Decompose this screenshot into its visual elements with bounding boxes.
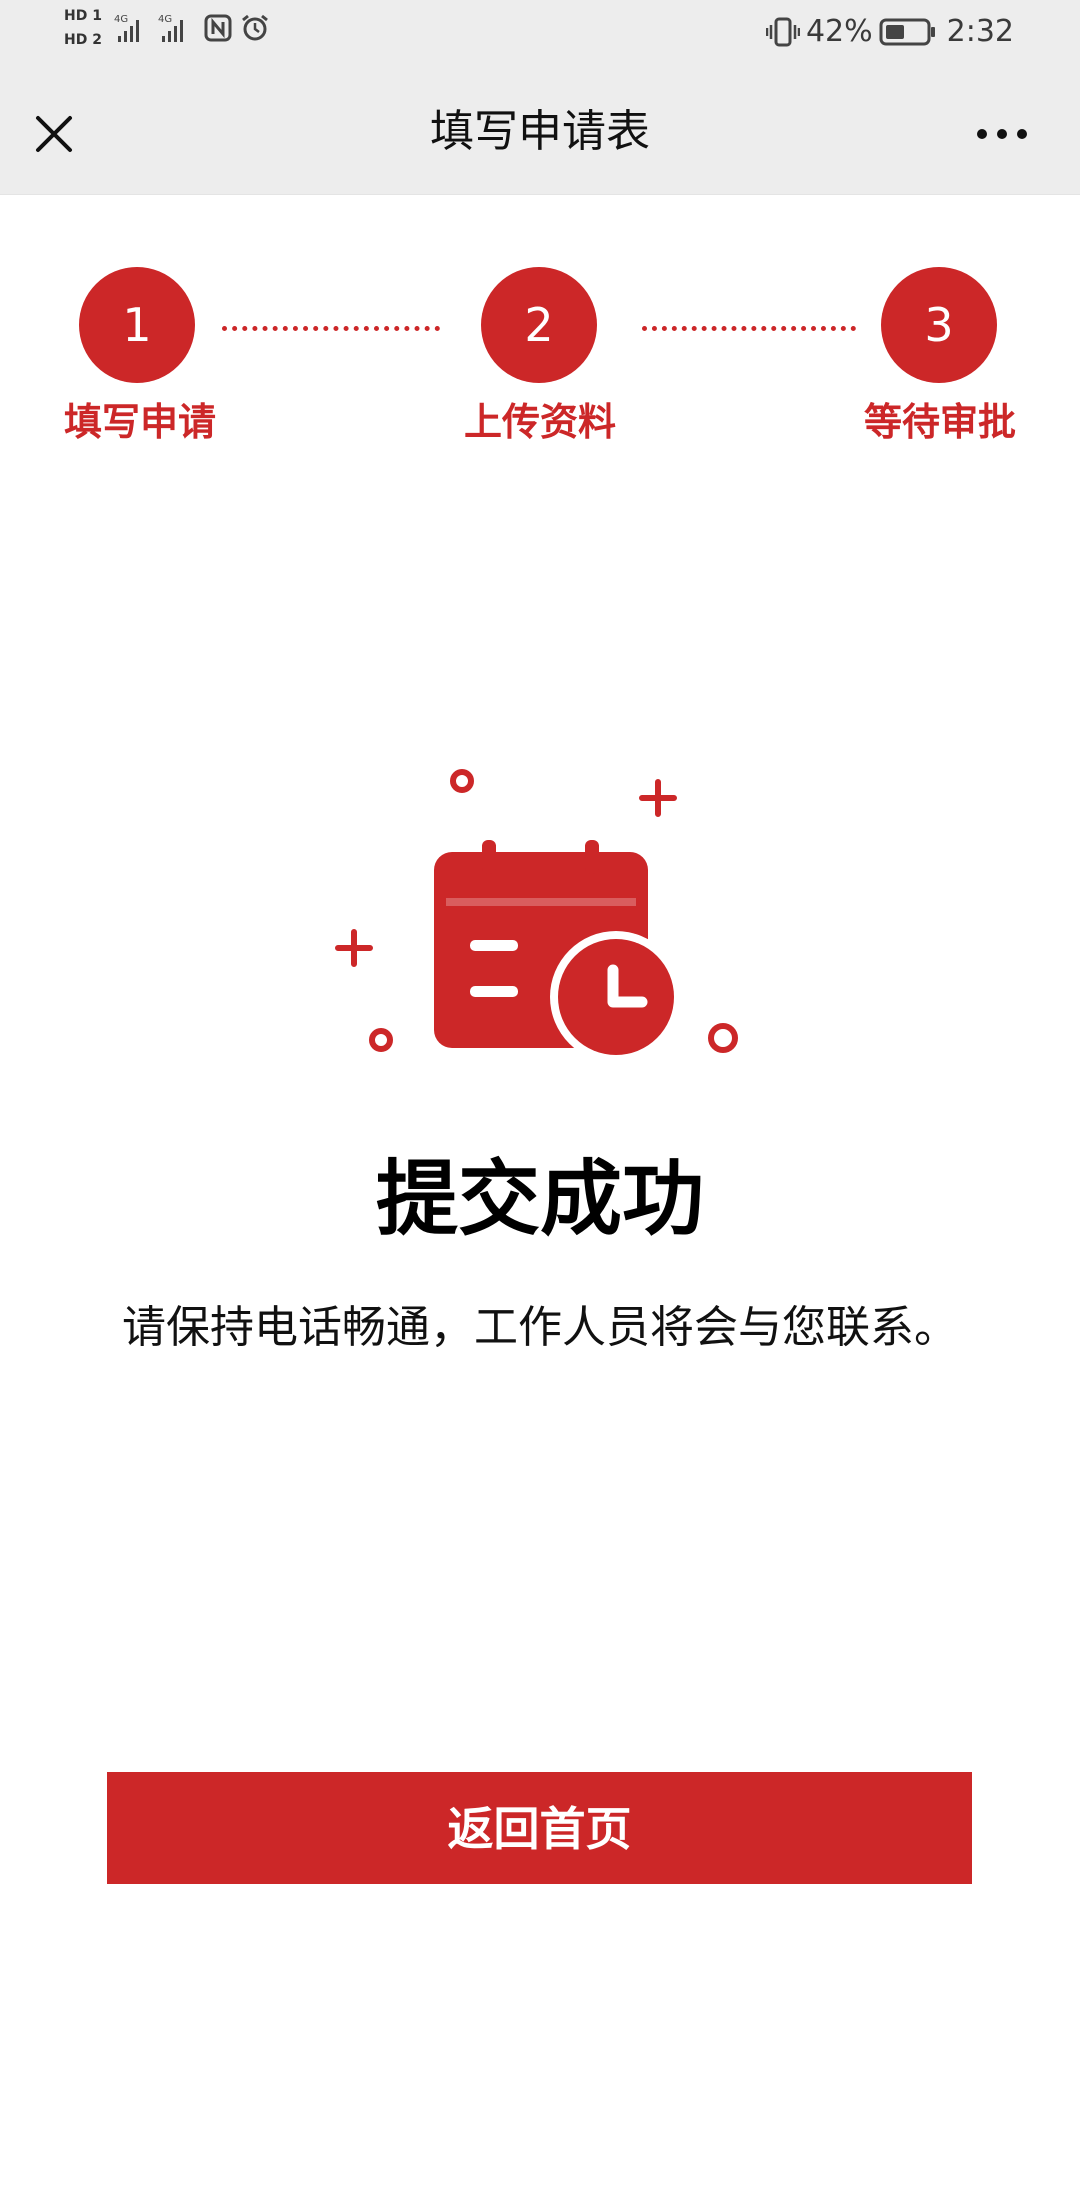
- more-icon[interactable]: [974, 126, 1030, 142]
- return-home-button[interactable]: 返回首页: [107, 1772, 972, 1884]
- battery-percent: 42%: [805, 14, 873, 49]
- nfc-icon: [204, 14, 232, 42]
- step-1-circle: 1: [79, 267, 195, 383]
- result-description: 请保持电话畅通，工作人员将会与您联系。: [122, 1302, 958, 1353]
- step-3-circle: 3: [881, 267, 997, 383]
- battery-icon: [879, 18, 935, 45]
- nav-bar: 填写申请表: [0, 70, 1080, 195]
- clock: 2:32: [946, 14, 1014, 49]
- signal-icon: 4G: [114, 14, 139, 42]
- step-2-label: 上传资料: [463, 400, 616, 444]
- result-title: 提交成功: [375, 1152, 704, 1247]
- alarm-icon: [242, 14, 268, 41]
- calendar-clock-icon: [335, 769, 738, 1063]
- step-2-circle: 2: [481, 267, 597, 383]
- signal-icon: 4G: [158, 14, 183, 42]
- svg-text:4G: 4G: [158, 14, 172, 25]
- sim2-label: HD 2: [64, 32, 102, 48]
- status-bar-left: HD 1 HD 2 4G 4G: [64, 8, 270, 48]
- step-1-label: 填写申请: [63, 400, 216, 444]
- step-3-label: 等待审批: [863, 400, 1016, 444]
- page-title: 填写申请表: [430, 106, 650, 157]
- sim1-label: HD 1: [64, 8, 102, 24]
- vibrate-icon: [765, 17, 800, 46]
- svg-text:4G: 4G: [114, 14, 128, 25]
- status-bar: HD 1 HD 2 4G 4G 42% 2:32: [0, 0, 1080, 70]
- status-bar-right: 42% 2:32: [765, 14, 1014, 49]
- step-connector: [222, 326, 440, 331]
- step-connector: [642, 326, 856, 331]
